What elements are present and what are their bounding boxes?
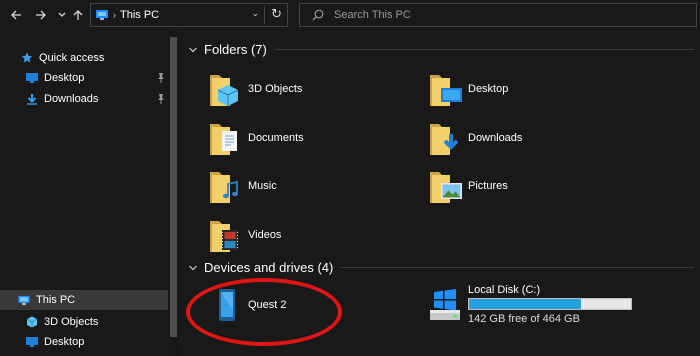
navigation-pane: Quick access Desktop Downloads This PC 3…	[0, 31, 168, 356]
back-arrow-icon	[11, 10, 21, 20]
folder-desktop[interactable]: Desktop	[428, 67, 508, 111]
pictures-folder-icon	[428, 166, 464, 206]
sidebar-item-desktop[interactable]: Desktop	[0, 68, 168, 88]
videos-folder-icon	[208, 215, 244, 255]
group-title: Folders (7)	[204, 42, 267, 57]
breadcrumb-separator-icon: ›	[113, 10, 116, 20]
address-bar[interactable]: › This PC ⌄ ↻	[90, 3, 288, 27]
search-icon	[312, 9, 324, 21]
computer-icon	[18, 294, 30, 306]
drive-usage-fill	[469, 299, 582, 309]
folder-documents[interactable]: Documents	[208, 116, 304, 160]
up-button[interactable]	[69, 6, 87, 24]
chevron-down-icon	[58, 12, 66, 17]
desktop-folder-icon	[428, 69, 464, 109]
windows-drive-icon	[430, 289, 460, 320]
chevron-down-icon	[189, 47, 197, 52]
red-circle-annotation	[186, 278, 342, 346]
folder-downloads[interactable]: Downloads	[428, 116, 522, 160]
scrollbar-thumb[interactable]	[170, 37, 177, 337]
sidebar-item-3d-objects[interactable]: 3D Objects	[0, 312, 168, 332]
folder-videos[interactable]: Videos	[208, 213, 281, 257]
breadcrumb-location[interactable]: This PC	[120, 9, 159, 21]
folder-label: Documents	[248, 132, 304, 144]
folder-music[interactable]: Music	[208, 164, 277, 208]
sidebar-item-desktop[interactable]: Desktop	[0, 332, 168, 352]
devices-group-header[interactable]: Devices and drives (4)	[188, 260, 694, 275]
search-placeholder: Search This PC	[334, 9, 411, 21]
folders-group-header[interactable]: Folders (7)	[188, 42, 694, 57]
forward-button[interactable]	[32, 6, 50, 24]
folder-label: Pictures	[468, 180, 508, 192]
drive-free-space: 142 GB free of 464 GB	[468, 313, 580, 325]
drive-label: Local Disk (C:)	[468, 284, 541, 296]
folder-pictures[interactable]: Pictures	[428, 164, 508, 208]
pin-icon[interactable]	[156, 93, 166, 105]
chevron-down-icon	[189, 265, 197, 270]
forward-arrow-icon	[36, 10, 46, 20]
address-dropdown-icon[interactable]: ⌄	[251, 8, 259, 19]
star-icon	[21, 52, 33, 64]
documents-folder-icon	[208, 118, 244, 158]
sidebar-item-this-pc[interactable]: This PC	[0, 290, 168, 310]
sidebar-item-label: This PC	[36, 294, 76, 306]
search-input[interactable]: Search This PC	[299, 3, 697, 27]
cube-icon	[26, 316, 38, 328]
folder-label: 3D Objects	[248, 83, 303, 95]
refresh-icon[interactable]: ↻	[271, 6, 282, 22]
drive-usage-bar	[468, 298, 632, 310]
sidebar-item-label: Desktop	[44, 336, 85, 348]
sidebar-item-downloads[interactable]: Downloads	[0, 89, 168, 109]
sidebar-item-label: Desktop	[44, 72, 85, 84]
address-divider	[264, 6, 265, 24]
sidebar-scrollbar[interactable]	[168, 31, 179, 356]
folder-3d-objects[interactable]: 3D Objects	[208, 67, 302, 111]
folder-label: Downloads	[468, 132, 523, 144]
group-divider	[274, 49, 694, 50]
sidebar-item-label: Quick access	[39, 52, 105, 64]
folder-label: Videos	[248, 229, 282, 241]
computer-icon	[96, 10, 108, 20]
drive-local-disk-c[interactable]: Local Disk (C:) 142 GB free of 464 GB	[428, 284, 688, 326]
toolbar: › This PC ⌄ ↻ Search This PC	[0, 0, 700, 31]
3d-objects-folder-icon	[208, 69, 244, 109]
sidebar-item-label: 3D Objects	[44, 316, 99, 328]
group-title: Devices and drives (4)	[204, 260, 334, 275]
folder-label: Music	[248, 180, 277, 192]
music-folder-icon	[208, 166, 244, 206]
downloads-folder-icon	[428, 118, 464, 158]
sidebar-item-quick-access[interactable]: Quick access	[0, 48, 168, 68]
sidebar-item-label: Downloads	[44, 93, 99, 105]
up-arrow-icon	[73, 10, 83, 20]
group-divider	[341, 267, 694, 268]
download-arrow-icon	[26, 93, 38, 105]
desktop-folder-icon	[26, 336, 38, 348]
desktop-folder-icon	[26, 72, 38, 84]
pin-icon[interactable]	[156, 72, 166, 84]
back-button[interactable]	[7, 6, 25, 24]
folder-label: Desktop	[468, 83, 509, 95]
